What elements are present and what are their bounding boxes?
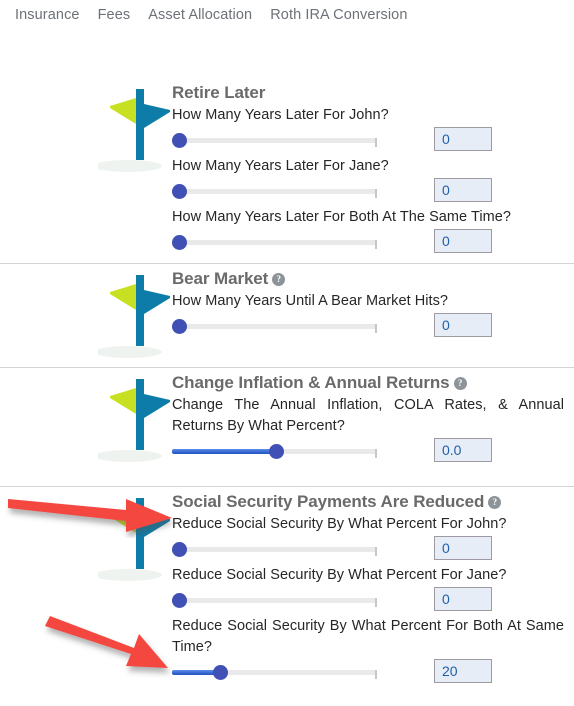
help-icon[interactable]: ? <box>453 377 467 390</box>
tab-bar: Insurance Fees Asset Allocation Roth IRA… <box>0 0 574 30</box>
tab-fees[interactable]: Fees <box>89 7 140 23</box>
question-label-years-later-john: How Many Years Later For John? <box>172 107 389 123</box>
slider-years-later-jane[interactable] <box>172 184 377 199</box>
slider-reduce-ss-both[interactable] <box>172 665 377 680</box>
page-root: Insurance Fees Asset Allocation Roth IRA… <box>0 0 574 706</box>
value-input-reduce-ss-john[interactable] <box>434 536 492 560</box>
slider-years-later-both[interactable] <box>172 235 377 250</box>
slider-years-later-john[interactable] <box>172 133 377 148</box>
slider-track-end-tick <box>375 324 377 333</box>
signpost-icon <box>98 86 176 178</box>
slider-row-reduce-ss-both <box>172 658 566 688</box>
slider-knob[interactable] <box>172 319 187 334</box>
slider-reduce-ss-john[interactable] <box>172 542 377 557</box>
question-label-years-until-bear-market: How Many Years Until A Bear Market Hits? <box>172 293 449 309</box>
slider-track-end-tick <box>375 138 377 147</box>
slider-change-inflation-percent[interactable] <box>172 444 377 459</box>
slider-knob[interactable] <box>172 235 187 250</box>
value-input-years-later-john[interactable] <box>434 127 492 151</box>
value-input-years-until-bear-market[interactable] <box>434 313 492 337</box>
question-label-reduce-ss-jane: Reduce Social Security By What Percent F… <box>172 567 507 583</box>
slider-row-change-inflation-percent <box>172 437 566 467</box>
slider-track <box>172 189 377 198</box>
slider-knob[interactable] <box>172 133 187 148</box>
slider-track-end-tick <box>375 449 377 458</box>
slider-track <box>172 138 377 147</box>
section-title-social-security-reduced: Social Security Payments Are Reduced? <box>172 491 566 513</box>
slider-knob[interactable] <box>269 444 284 459</box>
slider-track-end-tick <box>375 240 377 249</box>
signpost-icon <box>98 376 176 468</box>
tab-insurance[interactable]: Insurance <box>6 7 89 23</box>
slider-row-reduce-ss-jane <box>172 586 566 616</box>
slider-track-end-tick <box>375 547 377 556</box>
question-label-reduce-ss-john: Reduce Social Security By What Percent F… <box>172 516 507 532</box>
section-social-security-reduced: Social Security Payments Are Reduced? Re… <box>0 486 574 706</box>
tab-asset-allocation[interactable]: Asset Allocation <box>139 7 261 23</box>
value-input-reduce-ss-both[interactable] <box>434 659 492 683</box>
section-title-text: Retire Later <box>172 83 266 102</box>
help-icon[interactable]: ? <box>488 496 502 509</box>
slider-knob[interactable] <box>172 593 187 608</box>
signpost-icon <box>98 272 176 364</box>
section-content: Social Security Payments Are Reduced? Re… <box>172 491 566 688</box>
slider-track <box>172 324 377 333</box>
slider-track <box>172 240 377 249</box>
slider-years-until-bear-market[interactable] <box>172 319 377 334</box>
section-title-text: Change Inflation & Annual Returns <box>172 373 450 392</box>
tab-roth-ira-conversion[interactable]: Roth IRA Conversion <box>261 7 416 23</box>
slider-knob[interactable] <box>172 542 187 557</box>
slider-knob[interactable] <box>172 184 187 199</box>
slider-row-years-later-jane <box>172 177 566 207</box>
section-bear-market: Bear Market? How Many Years Until A Bear… <box>0 263 574 367</box>
section-title-change-inflation: Change Inflation & Annual Returns? <box>172 372 566 394</box>
value-input-years-later-both[interactable] <box>434 229 492 253</box>
value-input-change-inflation-percent[interactable] <box>434 438 492 462</box>
slider-row-reduce-ss-john <box>172 535 566 565</box>
question-label-change-inflation-percent: Change The Annual Inflation, COLA Rates,… <box>172 397 564 434</box>
slider-track <box>172 598 377 607</box>
slider-row-years-later-john <box>172 126 566 156</box>
value-input-years-later-jane[interactable] <box>434 178 492 202</box>
question-label-reduce-ss-both: Reduce Social Security By What Percent F… <box>172 618 564 655</box>
section-title-bear-market: Bear Market? <box>172 268 566 290</box>
section-content: Bear Market? How Many Years Until A Bear… <box>172 268 566 342</box>
section-content: Retire Later How Many Years Later For Jo… <box>172 82 566 258</box>
slider-row-years-later-both <box>172 228 566 258</box>
slider-reduce-ss-jane[interactable] <box>172 593 377 608</box>
section-content: Change Inflation & Annual Returns? Chang… <box>172 372 566 467</box>
slider-knob[interactable] <box>213 665 228 680</box>
section-title-text: Social Security Payments Are Reduced <box>172 492 485 511</box>
section-change-inflation-annual-returns: Change Inflation & Annual Returns? Chang… <box>0 367 574 486</box>
slider-track-end-tick <box>375 598 377 607</box>
slider-track-end-tick <box>375 670 377 679</box>
section-retire-later: Retire Later How Many Years Later For Jo… <box>0 78 574 263</box>
question-label-years-later-jane: How Many Years Later For Jane? <box>172 158 389 174</box>
question-label-years-later-both: How Many Years Later For Both At The Sam… <box>172 209 511 225</box>
value-input-reduce-ss-jane[interactable] <box>434 587 492 611</box>
slider-fill <box>172 449 276 454</box>
slider-track-end-tick <box>375 189 377 198</box>
slider-row-years-until-bear-market <box>172 312 566 342</box>
section-title-text: Bear Market <box>172 269 269 288</box>
signpost-icon <box>98 495 176 587</box>
section-title-retire-later: Retire Later <box>172 82 566 104</box>
help-icon[interactable]: ? <box>272 273 286 286</box>
slider-track <box>172 547 377 556</box>
